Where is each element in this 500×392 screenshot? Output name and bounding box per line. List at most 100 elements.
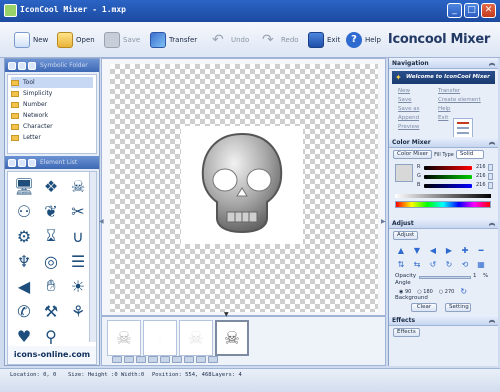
red-spinner[interactable] <box>488 164 493 171</box>
folder-item[interactable]: Tool <box>11 77 93 88</box>
folder-item[interactable]: Network <box>11 110 93 121</box>
layer-up-button[interactable] <box>112 356 122 363</box>
layer-lock-button[interactable] <box>208 356 218 363</box>
new-button[interactable]: New <box>14 31 48 49</box>
add-folder-icon[interactable] <box>8 61 16 70</box>
people-icon[interactable]: ⚇ <box>12 200 36 222</box>
zoom-in-icon[interactable]: ✚ <box>458 245 472 256</box>
angle-radio-180[interactable]: ○ 180 <box>417 289 433 295</box>
maximize-button[interactable]: □ <box>464 3 479 18</box>
green-slider[interactable] <box>424 175 472 179</box>
help-button[interactable]: ? Help <box>346 31 381 49</box>
red-slider[interactable] <box>424 166 472 170</box>
opacity-value[interactable]: 1 <box>473 273 477 279</box>
collapse-left-arrow[interactable]: ◀ <box>99 218 104 225</box>
gear-icon[interactable]: ⚙︎ <box>12 225 36 247</box>
arrow-left-icon[interactable]: ◀ <box>426 245 440 256</box>
layer-top-button[interactable] <box>136 356 146 363</box>
navigation-header[interactable]: Navigation ︽ <box>389 58 498 69</box>
dropbox-icon[interactable]: ❖ <box>39 175 63 197</box>
monitor-icon[interactable]: 🖥︎ <box>12 175 36 197</box>
minimize-button[interactable]: _ <box>447 3 462 18</box>
save-button[interactable]: Save <box>104 31 140 49</box>
close-button[interactable]: ✕ <box>481 3 496 18</box>
adjust-header[interactable]: Adjust ︽ <box>389 218 498 229</box>
effects-tab[interactable]: Effects <box>393 328 420 337</box>
open-button[interactable]: Open <box>57 31 95 49</box>
nav-link-help[interactable]: Help <box>438 106 486 114</box>
layer-thumbnail[interactable]: ☠︎ <box>179 320 213 356</box>
redo-button[interactable]: ↷ Redo <box>262 31 299 49</box>
opacity-slider[interactable] <box>419 276 471 279</box>
layer-hide-button[interactable] <box>184 356 194 363</box>
rotate-left-icon[interactable]: ↺ <box>426 259 440 270</box>
phone-icon[interactable]: ✆ <box>12 300 36 322</box>
add-element-icon[interactable] <box>8 158 16 167</box>
setting-button[interactable]: Setting <box>445 303 471 312</box>
layer-down-button[interactable] <box>124 356 134 363</box>
adjust-tab[interactable]: Adjust <box>393 231 419 240</box>
angle-radio-270[interactable]: ○ 270 <box>439 289 455 295</box>
clear-button[interactable]: Clear <box>411 303 437 312</box>
transfer-button[interactable]: Transfer <box>150 31 197 49</box>
nav-link-preview[interactable]: Preview <box>398 124 438 132</box>
rename-folder-icon[interactable] <box>28 61 36 70</box>
nav-link-create-element[interactable]: Create element <box>438 97 486 105</box>
blue-slider[interactable] <box>424 184 472 188</box>
speaker-icon[interactable]: ◀ <box>12 275 36 297</box>
handshake-icon[interactable]: ✋︎ <box>39 275 63 297</box>
layers-icon[interactable]: ☰ <box>66 250 90 272</box>
sun-icon[interactable]: ☀︎ <box>66 275 90 297</box>
heart-pin-icon[interactable]: ♥︎ <box>12 325 36 347</box>
blue-value[interactable]: 216 <box>476 182 486 188</box>
hue-spectrum[interactable] <box>395 201 491 208</box>
ribbon-icon[interactable]: ⚘ <box>66 300 90 322</box>
flip-horizontal-icon[interactable]: ⇆ <box>410 259 424 270</box>
blue-spinner[interactable] <box>488 182 493 189</box>
green-spinner[interactable] <box>488 173 493 180</box>
folder-item[interactable]: Character <box>11 121 93 132</box>
magnet-icon[interactable]: ∪ <box>66 225 90 247</box>
rotate-right-icon[interactable]: ↻ <box>442 259 456 270</box>
import-element-icon[interactable] <box>28 158 36 167</box>
zoom-out-icon[interactable]: ━ <box>474 245 488 256</box>
icon-preview-area[interactable] <box>181 126 303 244</box>
undo-button[interactable]: ↶ Undo <box>212 31 249 49</box>
reset-icon[interactable]: ⟲ <box>458 259 472 270</box>
grid-icon[interactable]: ▦ <box>474 259 488 270</box>
folder-item[interactable]: Number <box>11 99 93 110</box>
layer-merge-button[interactable] <box>196 356 206 363</box>
brightness-bar[interactable] <box>395 194 491 198</box>
layer-thumbnail[interactable]: ☠︎ <box>107 320 141 356</box>
leaf-icon[interactable]: ❦ <box>39 200 63 222</box>
delete-folder-icon[interactable] <box>18 61 26 70</box>
gallery-footer-link[interactable]: icons-online.com <box>8 346 96 364</box>
color-mixer-tab[interactable]: Color Mixer <box>393 150 433 159</box>
gallery-scrollbar[interactable] <box>89 172 96 342</box>
layer-bottom-button[interactable] <box>148 356 158 363</box>
hourglass-icon[interactable]: ⌛︎ <box>39 225 63 247</box>
layer-delete-button[interactable] <box>172 356 182 363</box>
exit-button[interactable]: Exit <box>308 31 340 49</box>
glass-icon[interactable]: ♆ <box>12 250 36 272</box>
fill-type-select[interactable]: Solid <box>455 150 484 159</box>
layer-thumbnail[interactable]: · <box>143 320 177 356</box>
nav-link-save[interactable]: Save <box>398 97 438 105</box>
arrow-up-icon[interactable]: ▲ <box>394 245 408 256</box>
green-value[interactable]: 216 <box>476 173 486 179</box>
scissors-icon[interactable]: ✂︎ <box>66 200 90 222</box>
rotate-icon[interactable]: ↻ <box>460 287 467 296</box>
layer-thumbnail-selected[interactable]: ☠︎ <box>215 320 249 356</box>
skull-icon[interactable]: ☠︎ <box>66 175 90 197</box>
nav-link-save-as[interactable]: Save as <box>398 106 438 114</box>
nav-link-transfer[interactable]: Transfer <box>438 88 486 96</box>
arrow-right-icon[interactable]: ▶ <box>442 245 456 256</box>
color-swatch[interactable] <box>395 164 413 182</box>
flip-vertical-icon[interactable]: ⇅ <box>394 259 408 270</box>
layer-copy-button[interactable] <box>160 356 170 363</box>
folder-item[interactable]: Simplicity <box>11 88 93 99</box>
nav-link-append[interactable]: Append <box>398 115 438 123</box>
color-mixer-header[interactable]: Color Mixer ︽ <box>389 137 498 148</box>
disc-icon[interactable]: ◎ <box>39 250 63 272</box>
folder-item[interactable]: Letter <box>11 132 93 143</box>
